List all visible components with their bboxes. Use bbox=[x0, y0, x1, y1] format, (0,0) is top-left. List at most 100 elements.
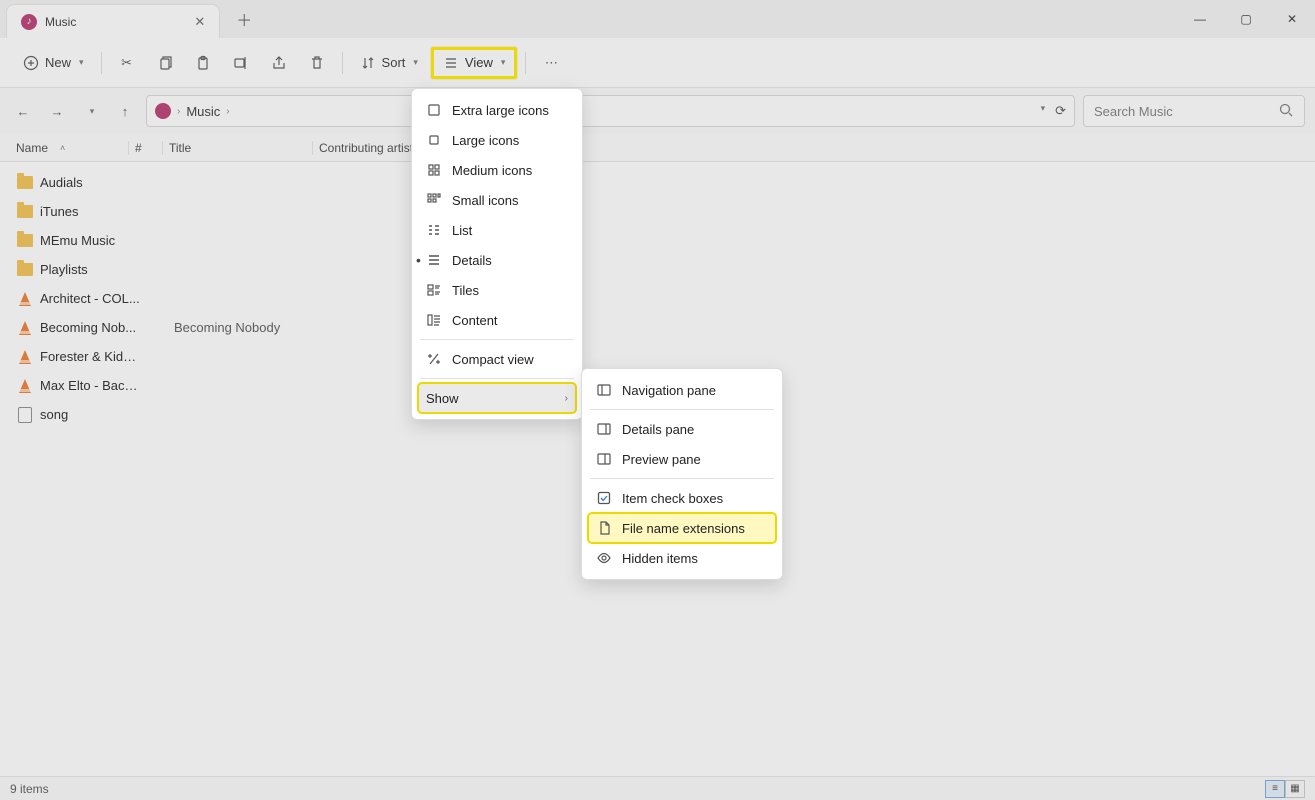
delete-button[interactable] bbox=[300, 50, 334, 76]
menu-separator bbox=[590, 409, 774, 410]
column-number[interactable]: # bbox=[135, 141, 142, 155]
sort-button[interactable]: Sort ▾ bbox=[351, 50, 427, 76]
column-headers: Name ˄ # Title Contributing artists bbox=[0, 134, 1315, 162]
list-item[interactable]: Playlists bbox=[16, 255, 1315, 284]
breadcrumb-segment[interactable]: Music bbox=[186, 104, 220, 119]
music-tab-icon: ♪ bbox=[21, 14, 37, 30]
list-item[interactable]: MEmu Music bbox=[16, 226, 1315, 255]
menu-item-medium-icons[interactable]: Medium icons bbox=[418, 155, 576, 185]
file-name: Forester & Kidn... bbox=[40, 349, 140, 364]
menu-item-content[interactable]: Content bbox=[418, 305, 576, 335]
view-layout-icon bbox=[443, 55, 459, 71]
hidden-items-icon bbox=[596, 550, 612, 566]
vlc-icon bbox=[16, 290, 34, 308]
share-icon bbox=[271, 55, 287, 71]
copy-button[interactable] bbox=[148, 50, 182, 76]
view-menu: Extra large icons Large icons Medium ico… bbox=[411, 88, 583, 420]
menu-item-list[interactable]: List bbox=[418, 215, 576, 245]
new-tab-button[interactable]: ＋ bbox=[236, 7, 252, 31]
list-item[interactable]: Architect - COL... bbox=[16, 284, 1315, 313]
sort-icon bbox=[360, 55, 376, 71]
menu-item-compact-view[interactable]: Compact view bbox=[418, 344, 576, 374]
submenu-item-checkboxes[interactable]: Item check boxes bbox=[588, 483, 776, 513]
navigation-row: ← → ▾ ↑ › Music › ▾ ⟳ Search Music bbox=[0, 88, 1315, 134]
share-button[interactable] bbox=[262, 50, 296, 76]
chevron-right-icon: › bbox=[177, 106, 180, 117]
thumbnails-view-toggle[interactable]: ▦ bbox=[1285, 780, 1305, 798]
medium-icons-icon bbox=[426, 162, 442, 178]
file-extensions-icon bbox=[596, 520, 612, 536]
column-name[interactable]: Name bbox=[16, 141, 48, 155]
file-name: Becoming Nob... bbox=[40, 320, 140, 335]
rename-button[interactable] bbox=[224, 50, 258, 76]
list-icon bbox=[426, 222, 442, 238]
submenu-preview-pane[interactable]: Preview pane bbox=[588, 444, 776, 474]
address-bar[interactable]: › Music › ▾ ⟳ bbox=[146, 95, 1075, 127]
submenu-file-name-extensions[interactable]: File name extensions bbox=[588, 513, 776, 543]
explorer-tab[interactable]: ♪ Music ✕ bbox=[6, 4, 220, 38]
menu-item-extra-large-icons[interactable]: Extra large icons bbox=[418, 95, 576, 125]
details-view-toggle[interactable]: ≡ bbox=[1265, 780, 1285, 798]
maximize-button[interactable]: ▢ bbox=[1223, 0, 1269, 38]
minimize-button[interactable]: — bbox=[1177, 0, 1223, 38]
list-item[interactable]: Becoming Nob...Becoming Nobody bbox=[16, 313, 1315, 342]
plus-circle-icon bbox=[23, 55, 39, 71]
view-button[interactable]: View ▾ bbox=[431, 47, 517, 79]
submenu-hidden-items[interactable]: Hidden items bbox=[588, 543, 776, 573]
rename-icon bbox=[233, 55, 249, 71]
file-name: iTunes bbox=[40, 204, 140, 219]
command-toolbar: New ▾ ✂ Sort ▾ View ▾ ⋯ bbox=[0, 38, 1315, 88]
submenu-navigation-pane[interactable]: Navigation pane bbox=[588, 375, 776, 405]
navigation-pane-icon bbox=[596, 382, 612, 398]
folder-icon bbox=[16, 232, 34, 250]
menu-item-large-icons[interactable]: Large icons bbox=[418, 125, 576, 155]
list-item[interactable]: Audials bbox=[16, 168, 1315, 197]
titlebar: ♪ Music ✕ ＋ — ▢ ✕ bbox=[0, 0, 1315, 38]
more-button[interactable]: ⋯ bbox=[534, 50, 568, 76]
chevron-down-icon: ▾ bbox=[413, 57, 418, 68]
sort-label: Sort bbox=[382, 55, 406, 70]
refresh-button[interactable]: ⟳ bbox=[1055, 103, 1066, 119]
cut-button[interactable]: ✂ bbox=[110, 50, 144, 76]
menu-separator bbox=[420, 339, 574, 340]
view-label: View bbox=[465, 55, 493, 70]
menu-separator bbox=[590, 478, 774, 479]
list-item[interactable]: Forester & Kidn... bbox=[16, 342, 1315, 371]
new-button[interactable]: New ▾ bbox=[14, 50, 93, 76]
tiles-icon bbox=[426, 282, 442, 298]
up-button[interactable]: ↑ bbox=[112, 98, 138, 124]
folder-icon bbox=[16, 174, 34, 192]
close-window-button[interactable]: ✕ bbox=[1269, 0, 1315, 38]
chevron-right-icon: › bbox=[565, 393, 568, 404]
recent-locations-button[interactable]: ▾ bbox=[78, 98, 104, 124]
paste-button[interactable] bbox=[186, 50, 220, 76]
list-item[interactable]: iTunes bbox=[16, 197, 1315, 226]
trash-icon bbox=[309, 55, 325, 71]
clipboard-icon bbox=[195, 55, 211, 71]
chevron-down-icon: ▾ bbox=[501, 57, 506, 68]
menu-item-tiles[interactable]: Tiles bbox=[418, 275, 576, 305]
file-name: Architect - COL... bbox=[40, 291, 140, 306]
menu-item-small-icons[interactable]: Small icons bbox=[418, 185, 576, 215]
menu-item-show[interactable]: Show › bbox=[418, 383, 576, 413]
close-tab-icon[interactable]: ✕ bbox=[194, 14, 205, 30]
tab-title: Music bbox=[45, 15, 76, 29]
menu-item-details[interactable]: Details bbox=[418, 245, 576, 275]
file-name: song bbox=[40, 407, 140, 422]
forward-button[interactable]: → bbox=[44, 98, 70, 124]
chevron-down-icon: ▾ bbox=[90, 106, 95, 117]
submenu-details-pane[interactable]: Details pane bbox=[588, 414, 776, 444]
search-input[interactable]: Search Music bbox=[1083, 95, 1305, 127]
column-title[interactable]: Title bbox=[169, 141, 191, 155]
item-count: 9 items bbox=[10, 782, 49, 796]
compact-view-icon bbox=[426, 351, 442, 367]
column-artist[interactable]: Contributing artists bbox=[319, 141, 419, 155]
back-button[interactable]: ← bbox=[10, 98, 36, 124]
vlc-icon bbox=[16, 348, 34, 366]
address-dropdown[interactable]: ▾ bbox=[1041, 103, 1046, 119]
separator bbox=[525, 52, 526, 74]
copy-icon bbox=[157, 55, 173, 71]
search-placeholder: Search Music bbox=[1094, 104, 1173, 119]
file-name: MEmu Music bbox=[40, 233, 140, 248]
sort-ascending-icon: ˄ bbox=[60, 143, 65, 153]
